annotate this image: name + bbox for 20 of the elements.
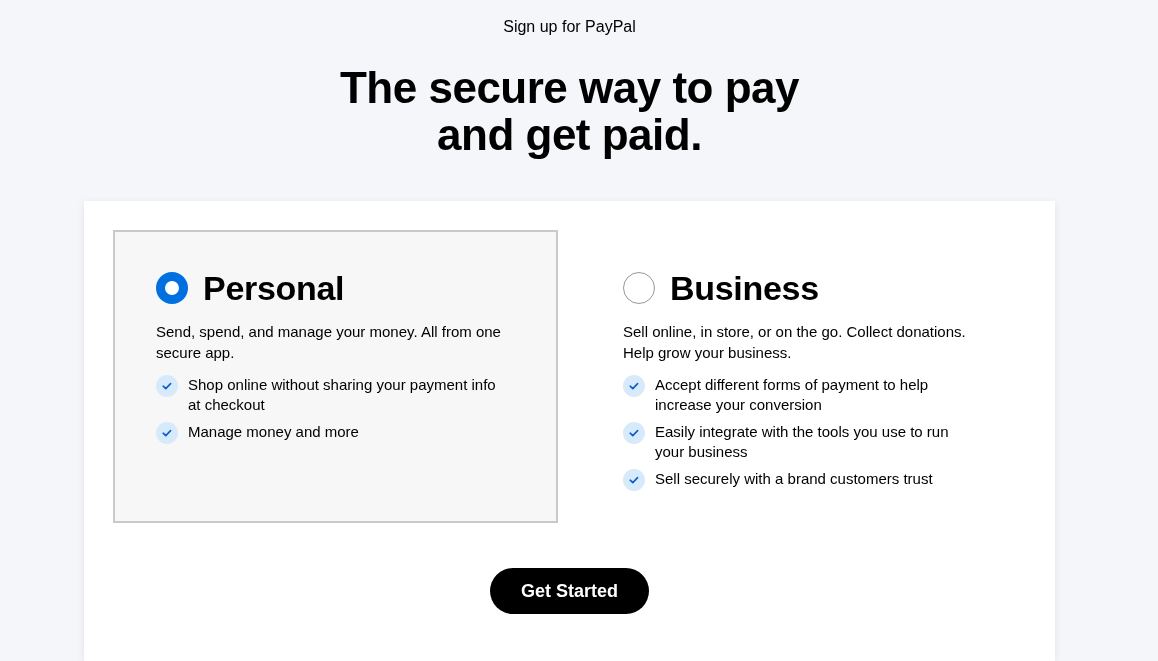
feature-text: Accept different forms of payment to help increase your conversion: [655, 375, 930, 415]
check-icon: [156, 375, 178, 397]
account-type-title: Personal: [203, 268, 345, 308]
feature-text: Sell securely with a brand customers trust: [655, 469, 933, 489]
account-type-card[interactable]: Personal Send, spend, and manage your money. All from one secure app. Shop online without sharing your payment info at checkout Manage money and more: [113, 230, 558, 523]
radio-button[interactable]: [623, 272, 655, 304]
radio-button[interactable]: [156, 272, 188, 304]
page-title: Sign up for PayPal: [503, 17, 636, 37]
feature-text: Shop online without sharing your payment info at checkout: [188, 375, 497, 415]
account-type-description: Sell online, in store, or on the go. Collect donations. Help grow your business.: [623, 322, 967, 363]
page-headline: The secure way to pay and get paid.: [340, 64, 799, 158]
account-type-description: Send, spend, and manage your money. All from one secure app.: [156, 322, 502, 363]
check-icon: [623, 469, 645, 491]
check-icon: [623, 375, 645, 397]
feature-text: Manage money and more: [188, 422, 359, 442]
check-icon: [156, 422, 178, 444]
feature-text: Easily integrate with the tools you use to run your business: [655, 422, 950, 462]
get-started-button[interactable]: Get Started: [490, 568, 649, 614]
check-icon: [623, 422, 645, 444]
account-type-title: Business: [670, 268, 819, 308]
